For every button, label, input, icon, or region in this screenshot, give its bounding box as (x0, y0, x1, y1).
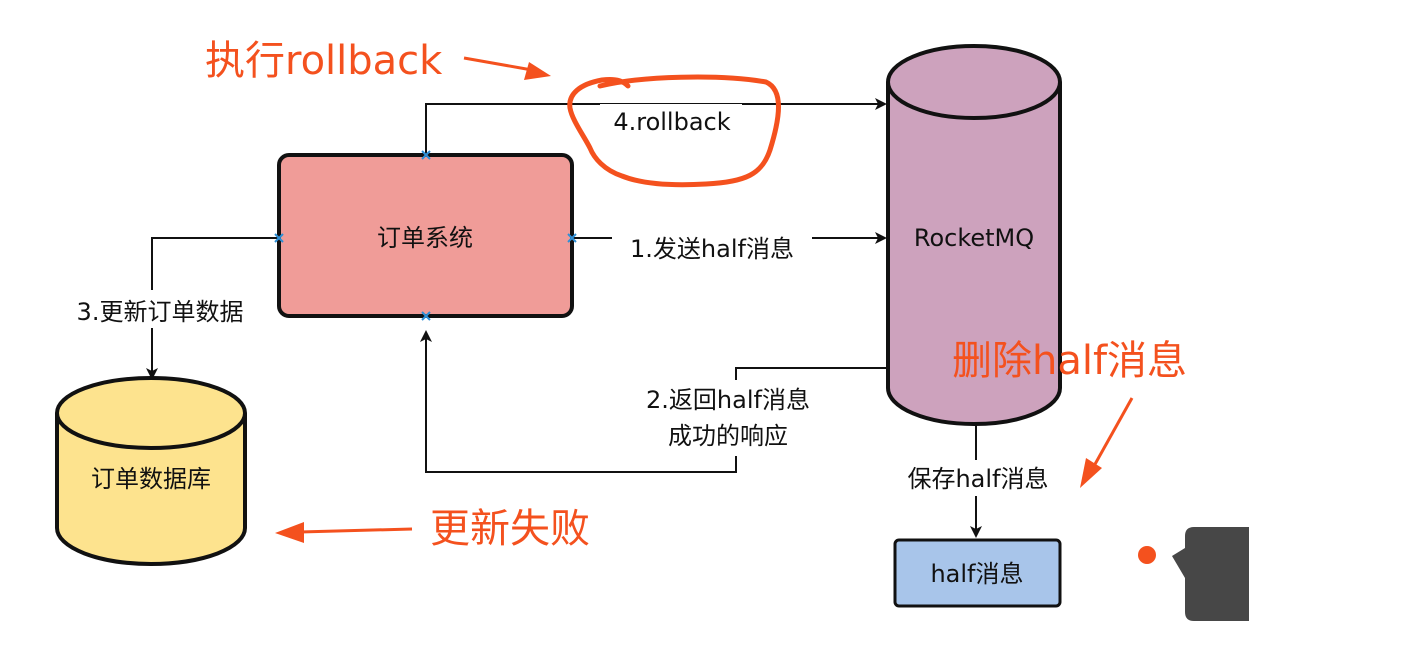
half-message-label: half消息 (930, 560, 1023, 588)
order-db-label: 订单数据库 (91, 465, 211, 493)
annotation-update-failed: 更新失败 (430, 506, 590, 552)
annotation-arrow-failed (299, 527, 413, 534)
diagram-canvas: 订单系统 RocketMQ 订单数据库 half消息 4.rollback 1.… (52, 38, 1249, 621)
annotation-execute-rollback: 执行rollback (205, 38, 443, 84)
update-order-label: 3.更新订单数据 (77, 298, 244, 326)
rollback-label: 4.rollback (613, 108, 730, 136)
node-half-message: half消息 (893, 538, 1062, 608)
return-half-label-line1: 2.返回half消息 (646, 386, 810, 414)
rocketmq-label: RocketMQ (914, 224, 1034, 252)
save-half-label: 保存half消息 (907, 465, 1048, 493)
comment-bubble-icon[interactable] (1172, 527, 1249, 621)
rocketmq-cylinder-top (886, 44, 1062, 120)
annotation-arrow-rollback (463, 56, 533, 72)
order-system-label: 订单系统 (377, 224, 473, 252)
annotation-arrowhead-rollback (524, 62, 551, 80)
node-order-db: 订单数据库 (55, 376, 247, 566)
send-half-label: 1.发送half消息 (630, 235, 794, 263)
return-half-label-line2: 成功的响应 (668, 422, 788, 450)
annotation-arrowhead-failed (275, 522, 304, 543)
annotation-arrowhead-delete (1080, 458, 1102, 488)
widget-red-dot (1138, 546, 1156, 564)
annotation-arrow-delete (1092, 397, 1134, 467)
floating-feedback-widget[interactable] (1138, 527, 1249, 621)
annotation-delete-half: 删除half消息 (952, 338, 1187, 384)
order-db-cylinder-top (55, 376, 247, 450)
node-order-system: 订单系统 (277, 153, 574, 318)
